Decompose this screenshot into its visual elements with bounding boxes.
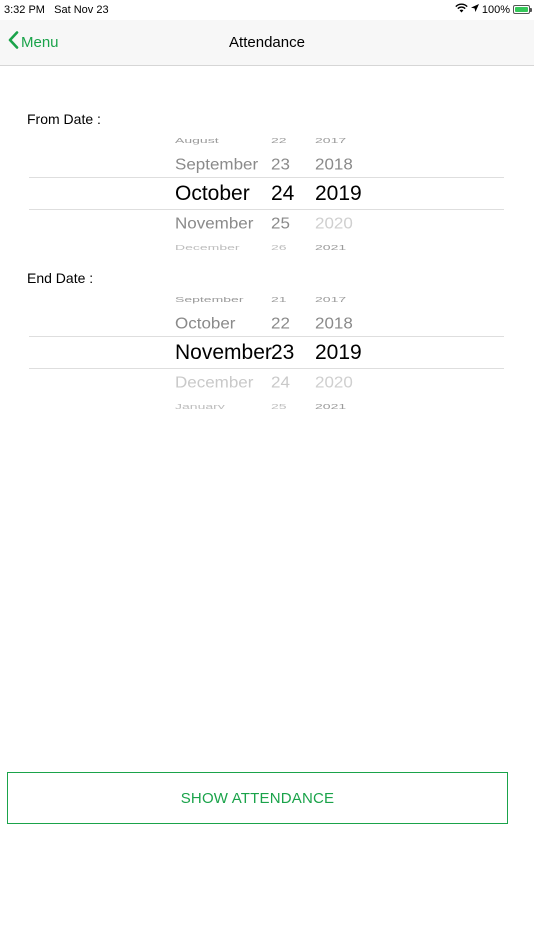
end-month-option[interactable]: December xyxy=(175,374,253,392)
from-year-option[interactable]: 2018 xyxy=(315,156,353,174)
from-month-option[interactable]: November xyxy=(175,215,253,233)
end-month-option[interactable]: November xyxy=(175,341,272,365)
from-year-option[interactable]: 2017 xyxy=(315,138,346,144)
end-year-option[interactable]: 2020 xyxy=(315,374,353,392)
page-title: Attendance xyxy=(229,34,305,51)
from-day-option[interactable]: 24 xyxy=(271,182,294,206)
from-date-label: From Date : xyxy=(27,111,101,127)
end-day-option[interactable]: 22 xyxy=(271,315,290,333)
end-month-column[interactable]: September October November December January xyxy=(175,297,275,409)
status-time: 3:32 PM Sat Nov 23 xyxy=(4,4,109,16)
end-date-label: End Date : xyxy=(27,270,94,286)
status-date: Sat Nov 23 xyxy=(54,4,109,16)
from-year-option[interactable]: 2021 xyxy=(315,243,346,250)
from-year-option[interactable]: 2020 xyxy=(315,215,353,233)
end-year-option[interactable]: 2018 xyxy=(315,315,353,333)
battery-charging-icon xyxy=(513,5,532,14)
from-day-option[interactable]: 25 xyxy=(271,215,290,233)
end-date-picker[interactable]: September October November December January 2… xyxy=(29,297,504,409)
from-month-column[interactable]: August September October November December xyxy=(175,138,275,250)
end-year-option[interactable]: 2021 xyxy=(315,402,346,409)
wifi-icon xyxy=(455,3,468,16)
end-day-option[interactable]: 21 xyxy=(271,297,287,303)
end-day-option[interactable]: 25 xyxy=(271,402,287,409)
status-indicators: 100% xyxy=(455,3,532,16)
from-year-column[interactable]: 2017 2018 2019 2020 2021 xyxy=(315,138,415,250)
from-day-option[interactable]: 23 xyxy=(271,156,290,174)
from-month-option[interactable]: August xyxy=(175,138,219,144)
end-day-option[interactable]: 24 xyxy=(271,374,290,392)
end-month-option[interactable]: January xyxy=(175,402,225,409)
end-day-option[interactable]: 23 xyxy=(271,341,294,365)
from-year-option[interactable]: 2019 xyxy=(315,182,362,206)
end-year-option[interactable]: 2019 xyxy=(315,341,362,365)
from-day-option[interactable]: 22 xyxy=(271,138,287,144)
from-month-option[interactable]: December xyxy=(175,243,240,250)
from-day-option[interactable]: 26 xyxy=(271,243,287,250)
end-month-option[interactable]: September xyxy=(175,297,243,303)
status-clock: 3:32 PM xyxy=(4,4,45,16)
navigation-bar: Menu Attendance xyxy=(0,20,534,66)
end-year-option[interactable]: 2017 xyxy=(315,297,346,303)
location-icon xyxy=(470,3,479,16)
end-month-option[interactable]: October xyxy=(175,315,235,333)
from-month-option[interactable]: September xyxy=(175,156,258,174)
show-attendance-button[interactable]: SHOW ATTENDANCE xyxy=(7,772,508,824)
status-bar: 3:32 PM Sat Nov 23 100% xyxy=(0,0,534,20)
end-year-column[interactable]: 2017 2018 2019 2020 2021 xyxy=(315,297,415,409)
from-date-picker[interactable]: August September October November December 22… xyxy=(29,138,504,250)
from-month-option[interactable]: October xyxy=(175,182,250,206)
battery-percent: 100% xyxy=(481,3,510,16)
